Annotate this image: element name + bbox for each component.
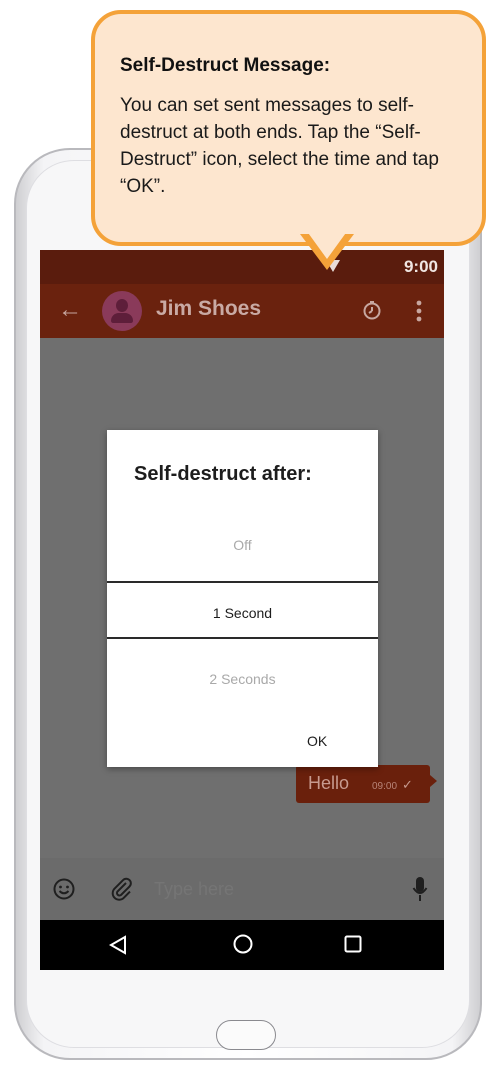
android-nav-bar (40, 920, 444, 970)
option-1-second[interactable]: 1 Second (107, 605, 378, 621)
mic-icon[interactable] (412, 876, 428, 902)
message-input-bar (40, 858, 444, 920)
emoji-icon[interactable] (53, 878, 75, 900)
message-text: Hello (308, 773, 350, 793)
status-bar: 9:00 (40, 250, 444, 284)
avatar[interactable] (102, 291, 142, 331)
self-destruct-dialog: Self-destruct after: Off 1 Second 2 Seco… (107, 430, 378, 767)
chat-app-bar: ← Jim Shoes (40, 284, 444, 338)
status-time: 9:00 (403, 257, 438, 276)
option-off[interactable]: Off (107, 537, 378, 553)
message-input[interactable] (152, 878, 356, 901)
home-button[interactable] (216, 1020, 276, 1050)
ok-button[interactable]: OK (307, 733, 327, 749)
message-bubble[interactable]: Hello 09:00 ✓ (296, 765, 437, 803)
nav-back-icon[interactable] (108, 935, 128, 955)
callout-pointer-fill (306, 230, 348, 259)
picker-divider-bottom (107, 637, 378, 639)
picker-divider-top (107, 581, 378, 583)
more-vertical-icon[interactable] (416, 300, 422, 322)
avatar-person-icon (116, 299, 128, 312)
nav-home-icon[interactable] (233, 934, 253, 954)
option-2-seconds[interactable]: 2 Seconds (107, 671, 378, 687)
timer-icon[interactable] (362, 300, 382, 320)
dialog-title: Self-destruct after: (134, 463, 312, 485)
nav-recent-icon[interactable] (344, 935, 362, 953)
check-icon: ✓ (402, 777, 413, 792)
back-arrow-icon[interactable]: ← (58, 298, 82, 322)
contact-name[interactable]: Jim Shoes (156, 297, 261, 321)
message-time: 09:00 (372, 781, 398, 792)
avatar-person-body (111, 313, 133, 323)
tip-callout: Self-Destruct Message: You can set sent … (91, 10, 486, 246)
callout-title: Self-Destruct Message: (120, 55, 331, 76)
attach-icon[interactable] (110, 877, 134, 901)
callout-body: You can set sent messages to self-destru… (120, 95, 439, 197)
